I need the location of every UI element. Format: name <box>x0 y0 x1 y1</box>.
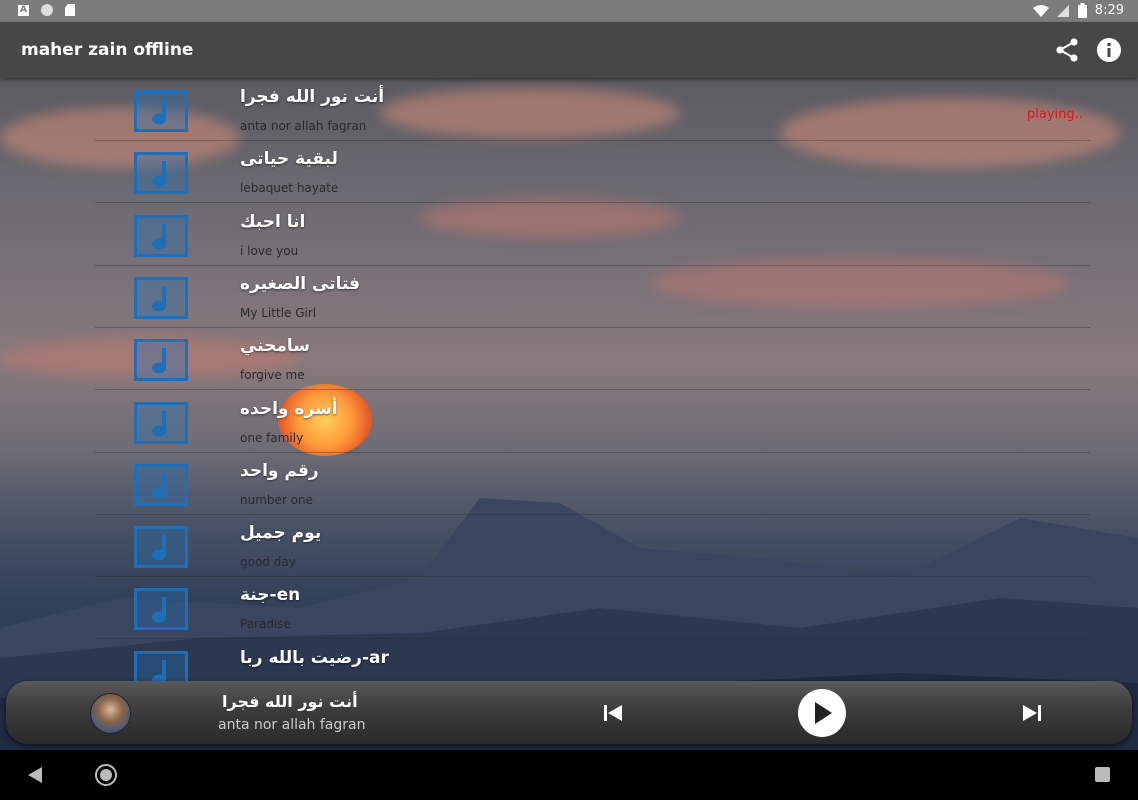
app-a-icon: A <box>18 4 29 16</box>
song-title: أنت نور الله فجرا <box>240 87 385 107</box>
song-subtitle: i love you <box>240 243 299 258</box>
navigation-bar <box>0 750 1138 800</box>
song-subtitle: Paradise <box>240 617 291 632</box>
song-title: انا احبك <box>240 211 306 232</box>
clock: 8:29 <box>1094 3 1124 18</box>
music-note-icon <box>134 526 188 569</box>
recents-icon[interactable] <box>1095 767 1110 782</box>
music-note-icon <box>134 90 188 132</box>
song-subtitle: lebaquet hayate <box>240 181 339 196</box>
song-row[interactable]: فتاتى الصغيره My Little Girl <box>95 265 1090 328</box>
app-title: maher zain offline <box>21 40 194 60</box>
share-icon[interactable] <box>1053 36 1081 64</box>
app-bar: maher zain offline <box>0 22 1138 78</box>
song-subtitle: anta nor allah fagran <box>240 119 367 133</box>
skip-previous-icon[interactable] <box>601 701 625 725</box>
song-row[interactable]: سامحني forgive me <box>95 327 1090 391</box>
song-row[interactable]: جنة-en Paradise <box>95 576 1090 640</box>
mini-player[interactable]: أنت نور الله فجرا anta nor allah fagran <box>6 681 1132 744</box>
song-title: سامحني <box>240 336 311 357</box>
playing-status: playing.. <box>1027 107 1083 122</box>
music-note-icon <box>134 650 188 682</box>
song-title: رقم واحد <box>240 460 319 481</box>
play-icon <box>815 702 832 724</box>
song-subtitle: forgive me <box>240 368 305 383</box>
song-title: لبقية حياتى <box>240 149 338 170</box>
song-row[interactable]: رضيت بالله ربا-ar <box>95 639 1090 682</box>
song-title: رضيت بالله ربا-ar <box>240 647 389 668</box>
sd-card-icon <box>65 4 75 16</box>
play-button[interactable] <box>798 689 846 737</box>
song-row[interactable]: أنت نور الله فجرا anta nor allah fagran pl… <box>95 78 1090 141</box>
song-subtitle: one family <box>240 430 304 445</box>
artist-avatar <box>90 693 131 734</box>
song-title: جنة-en <box>240 585 301 606</box>
song-list[interactable]: أنت نور الله فجرا anta nor allah fagran pl… <box>0 78 1138 682</box>
circle-icon <box>41 4 53 16</box>
signal-icon <box>1056 4 1069 17</box>
status-bar: A 8:29 <box>0 0 1138 22</box>
song-row[interactable]: أسره واحده one family <box>95 390 1090 453</box>
back-icon[interactable] <box>27 766 43 784</box>
music-note-icon <box>134 401 188 444</box>
music-note-icon <box>134 463 188 506</box>
music-note-icon <box>134 276 188 319</box>
song-row[interactable]: رقم واحد number one <box>95 452 1090 515</box>
info-icon[interactable] <box>1097 38 1121 62</box>
wifi-icon <box>1032 4 1049 17</box>
song-title: أسره واحده <box>240 398 338 419</box>
skip-next-icon[interactable] <box>1020 701 1044 725</box>
song-title: يوم جميل <box>240 523 322 544</box>
song-subtitle: My Little Girl <box>240 305 317 320</box>
music-note-icon <box>134 588 188 631</box>
song-subtitle: good day <box>240 555 296 570</box>
music-note-icon <box>134 152 188 195</box>
song-row[interactable]: لبقية حياتى lebaquet hayate <box>95 140 1090 204</box>
song-row[interactable]: يوم جميل good day <box>95 514 1090 578</box>
music-note-icon <box>134 214 188 257</box>
song-subtitle: number one <box>240 492 313 507</box>
music-note-icon <box>134 339 188 382</box>
home-icon[interactable] <box>95 764 117 786</box>
battery-icon <box>1077 3 1087 18</box>
player-title: أنت نور الله فجرا <box>222 692 358 711</box>
player-subtitle: anta nor allah fagran <box>218 717 366 733</box>
song-title: فتاتى الصغيره <box>240 273 361 294</box>
song-row[interactable]: انا احبك i love you <box>95 203 1090 266</box>
